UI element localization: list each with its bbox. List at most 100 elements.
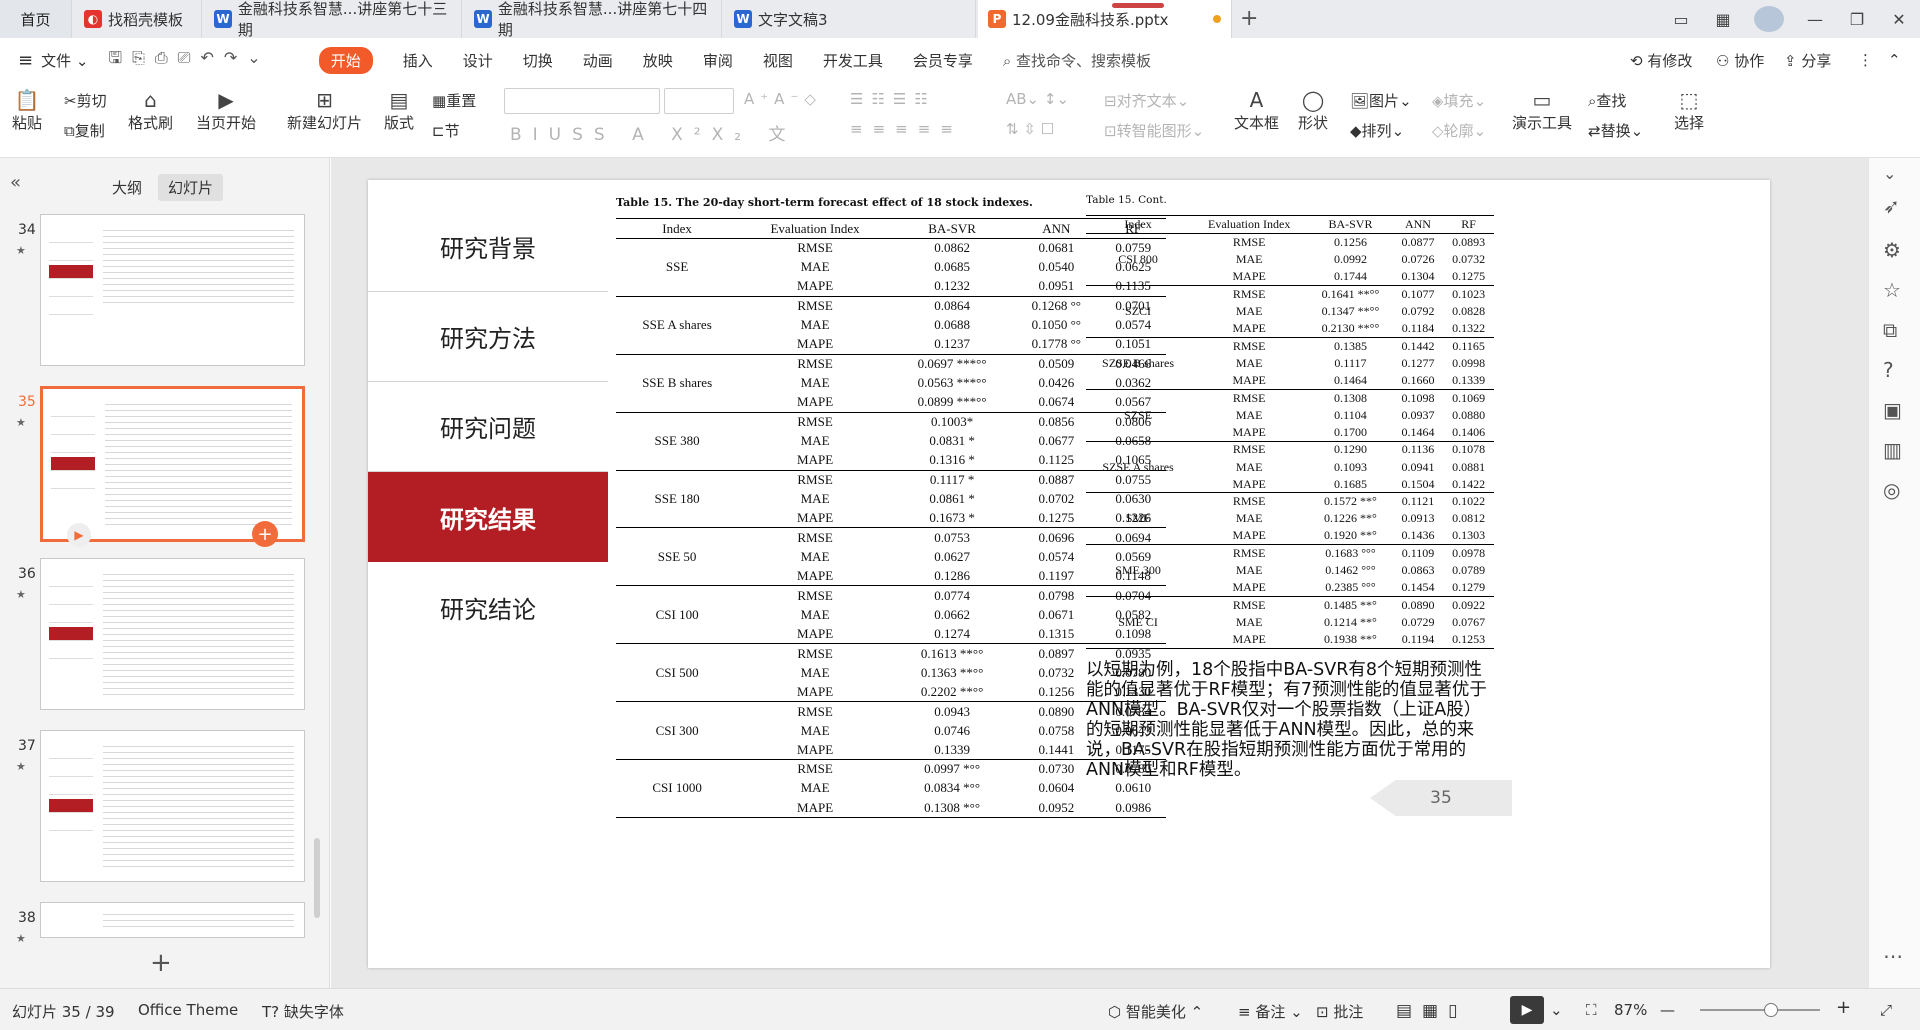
slide-thumbnail[interactable] (40, 730, 305, 882)
presenter-tools-button[interactable]: ▭ 演示工具 (1512, 88, 1572, 133)
add-slide-plus-icon[interactable]: + (252, 521, 278, 547)
menu-slideshow[interactable]: 放映 (643, 50, 673, 71)
cut-button[interactable]: ✂ 剪切 (64, 90, 107, 111)
paste-button[interactable]: 📋 粘贴 (12, 88, 42, 133)
notes-button[interactable]: ≡ 备注 ⌄ (1238, 1001, 1303, 1022)
quick-access-icons[interactable]: 🖫⎘⎙⎚↶↷⌄ (108, 47, 270, 74)
slideshow-dropdown-icon[interactable]: ⌄ (1550, 1001, 1563, 1019)
pane-scrollbar[interactable] (314, 838, 320, 918)
more-icon[interactable]: ⌄ (1883, 164, 1896, 183)
replace-button[interactable]: ⇄ 替换 ⌄ (1588, 120, 1643, 141)
menu-transition[interactable]: 切换 (523, 50, 553, 71)
slide-thumbnail-current[interactable]: ▶ + (40, 386, 305, 547)
new-tab-plus-icon[interactable]: + (1240, 6, 1258, 31)
command-search[interactable]: ⌕ 查找命令、搜索模板 (1003, 50, 1151, 71)
play-from-current-button[interactable]: ▶ 当页开始 (196, 88, 256, 133)
slideshow-play-button[interactable]: ▶ (1510, 996, 1544, 1024)
select-button[interactable]: ⬚ 选择 (1674, 88, 1704, 133)
tab-outline[interactable]: 大纲 (102, 174, 152, 201)
star-icon[interactable]: ☆ (1883, 278, 1901, 302)
text-direction-icons[interactable]: AB⌄ ↕⌄ (1006, 90, 1069, 108)
tab-template[interactable]: ◐ 找稻壳模板 (74, 0, 202, 38)
close-icon[interactable]: ✕ (1878, 10, 1920, 29)
slide-thumbnail[interactable] (40, 214, 305, 366)
textbox-button[interactable]: A 文本框 (1234, 88, 1279, 133)
view-mode-icons[interactable]: ▤▦▯ (1396, 1001, 1467, 1021)
restore-icon[interactable]: ❐ (1836, 10, 1878, 29)
smartart-button[interactable]: ⊡ 转智能图形 ⌄ (1104, 120, 1204, 141)
font-size-select[interactable] (664, 88, 734, 114)
zoom-slider[interactable] (1700, 1009, 1820, 1011)
new-slide-button[interactable]: ⊞ 新建幻灯片 (287, 88, 362, 133)
comment-button[interactable]: ⊡ 批注 (1316, 1001, 1363, 1022)
hamburger-icon[interactable]: ≡ (18, 50, 33, 71)
slide-thumbnail[interactable] (40, 558, 305, 710)
paragraph-align-icons[interactable]: ≡≡≡≡≡ (850, 120, 963, 138)
beautify-button[interactable]: ⬡ 智能美化 ⌃ (1108, 1001, 1203, 1022)
collapse-ribbon-icon[interactable]: ⌃ (1888, 51, 1901, 69)
table-cell: 0.0774 (891, 585, 1013, 606)
grid-icon[interactable]: ▦ (1702, 10, 1744, 29)
zoom-out-icon[interactable]: — (1660, 1001, 1675, 1019)
menu-review[interactable]: 审阅 (703, 50, 733, 71)
slide-thumbnail[interactable] (40, 902, 305, 938)
modified-button[interactable]: ⟲ 有修改 (1630, 50, 1692, 71)
share-button[interactable]: ⇪ 分享 (1784, 50, 1831, 71)
help-icon[interactable]: ? (1883, 358, 1894, 382)
find-button[interactable]: ⌕ 查找 (1588, 90, 1626, 111)
format-painter-button[interactable]: ⌂ 格式刷 (128, 88, 173, 133)
outline-button[interactable]: ◇ 轮廓 ⌄ (1432, 120, 1486, 141)
home-tab[interactable]: 首页 (0, 0, 72, 38)
tab-doc-3[interactable]: W 文字文稿3 (724, 0, 976, 38)
picture-button[interactable]: 🖼 图片 ⌄ (1350, 90, 1412, 111)
menu-home[interactable]: 开始 (318, 46, 373, 74)
spacing-icons[interactable]: ⇅ ⇳ ☐ (1006, 120, 1054, 138)
zoom-level[interactable]: 87% (1614, 1001, 1647, 1019)
menu-view[interactable]: 视图 (763, 50, 793, 71)
font-style-icons[interactable]: BIUSS A X²X₂ 文 (510, 120, 796, 145)
reset-button[interactable]: ▦ 重置 (432, 90, 476, 111)
tab-pptx-active[interactable]: P 12.09金融科技系.pptx (978, 0, 1232, 38)
settings-icon[interactable]: ⋯ (1883, 944, 1903, 968)
arrange-button[interactable]: ◆ 排列 ⌄ (1350, 120, 1404, 141)
font-grow-shrink-icons[interactable]: A⁺A⁻◇ (744, 90, 822, 108)
font-family-select[interactable] (504, 88, 660, 114)
menu-developer[interactable]: 开发工具 (823, 50, 883, 71)
layout-button[interactable]: ▤ 版式 (384, 88, 414, 133)
theme-name[interactable]: Office Theme (138, 1001, 238, 1019)
copy-button[interactable]: ⧉ 复制 (64, 120, 105, 141)
play-icon[interactable]: ▶ (67, 523, 91, 547)
sliders-icon[interactable]: ⚙ (1883, 238, 1901, 262)
rocket-icon[interactable]: ➶ (1883, 194, 1900, 218)
collapse-pane-icon[interactable]: « (10, 172, 21, 193)
more-icon[interactable]: ⋮ (1858, 51, 1873, 69)
tab-slides[interactable]: 幻灯片 (158, 174, 224, 201)
collab-button[interactable]: ⚇ 协作 (1716, 50, 1764, 71)
list-icons[interactable]: ☰☷☰☷ (850, 90, 936, 108)
tab-doc-74[interactable]: W 金融科技系智慧...讲座第七十四期 (464, 0, 722, 39)
image-icon[interactable]: ▣ (1883, 398, 1902, 422)
add-slide-icon[interactable]: + (150, 948, 172, 978)
menu-design[interactable]: 设计 (463, 50, 493, 71)
menu-insert[interactable]: 插入 (403, 50, 433, 71)
missing-font-button[interactable]: T? 缺失字体 (262, 1001, 344, 1022)
avatar[interactable] (1754, 6, 1784, 32)
file-menu[interactable]: 文件 ⌄ (41, 50, 88, 71)
zoom-slider-thumb[interactable] (1764, 1003, 1778, 1017)
fill-button[interactable]: ◈ 填充 ⌄ (1432, 90, 1486, 111)
fit-window-icon[interactable]: ⛶ (1586, 1001, 1597, 1019)
align-text-button[interactable]: ⊟ 对齐文本 ⌄ (1104, 90, 1189, 111)
slide[interactable]: 研究背景 研究方法 研究问题 研究结果 研究结论 Table 15. The 2… (368, 180, 1770, 968)
section-button[interactable]: ⊏ 节 (432, 120, 460, 141)
menu-member[interactable]: 会员专享 (913, 50, 973, 71)
layers-icon[interactable]: ⧉ (1883, 318, 1897, 342)
compass-icon[interactable]: ◎ (1883, 478, 1900, 502)
book-icon[interactable]: ▥ (1883, 438, 1902, 462)
menu-animation[interactable]: 动画 (583, 50, 613, 71)
minimize-icon[interactable]: — (1794, 10, 1836, 29)
shape-button[interactable]: ◯ 形状 (1298, 88, 1328, 133)
fullscreen-icon[interactable]: ⤢ (1880, 1001, 1892, 1019)
tab-doc-73[interactable]: W 金融科技系智慧...讲座第七十三期 (204, 0, 462, 39)
zoom-in-icon[interactable]: + (1836, 997, 1851, 1018)
screen-icon[interactable]: ▭ (1660, 10, 1702, 29)
